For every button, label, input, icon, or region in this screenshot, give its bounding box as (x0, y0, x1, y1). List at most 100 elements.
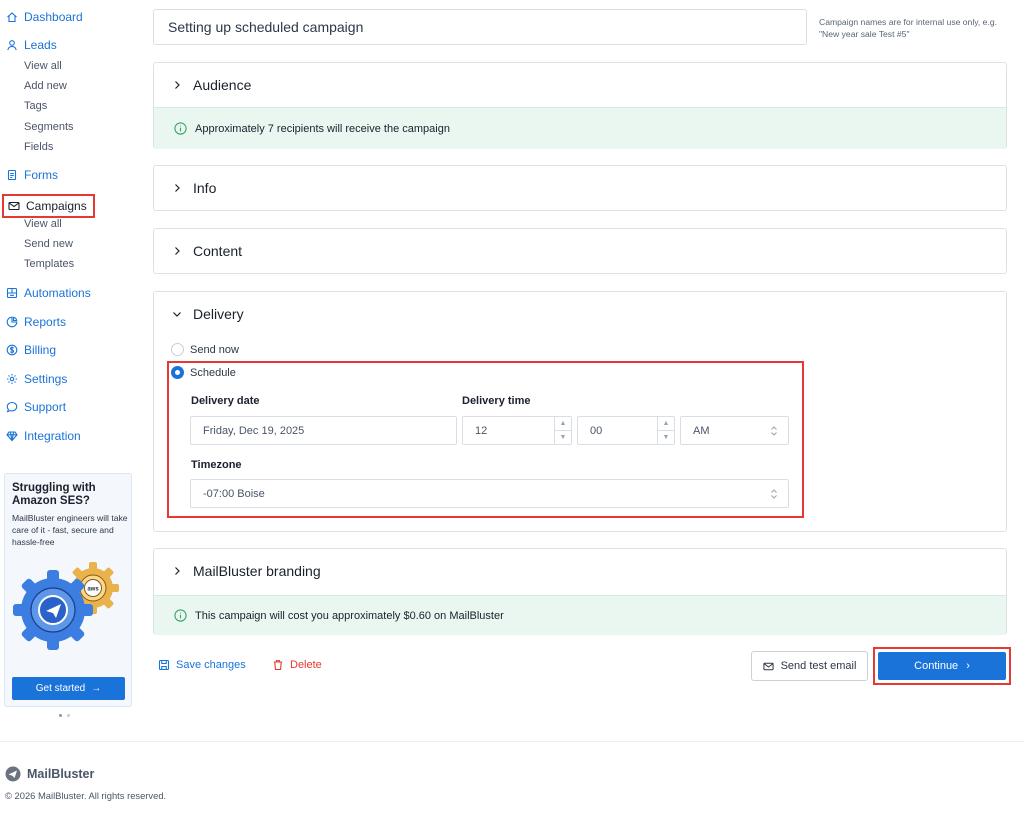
nav-leads-fields[interactable]: Fields (24, 141, 53, 153)
carousel-dots (59, 714, 70, 717)
nav-reports[interactable]: Reports (6, 315, 66, 329)
audience-info: Approximately 7 recipients will receive … (154, 107, 1006, 149)
nav-settings[interactable]: Settings (6, 372, 67, 386)
info-panel: Info (153, 165, 1007, 211)
chevron-up-icon[interactable]: ▲ (658, 417, 674, 430)
nav-campaigns-templates[interactable]: Templates (24, 258, 74, 270)
info-title: Info (193, 180, 217, 196)
nav-leads[interactable]: Leads (6, 38, 57, 52)
carousel-dot[interactable] (59, 714, 62, 717)
nav-automations[interactable]: Automations (6, 286, 91, 300)
nav-leads-label: Leads (24, 38, 57, 52)
chat-icon (6, 401, 18, 413)
mail-icon (8, 200, 20, 212)
info-header[interactable]: Info (172, 180, 216, 196)
get-started-button[interactable]: Get started → (12, 677, 125, 700)
ampm-select[interactable]: AM (680, 416, 789, 445)
minute-input[interactable]: 00 ▲ ▼ (577, 416, 675, 445)
chevron-down-icon[interactable]: ▼ (555, 430, 571, 444)
user-icon (6, 39, 18, 51)
branding-panel: MailBluster branding This campaign will … (153, 548, 1007, 635)
send-now-radio[interactable] (171, 343, 184, 356)
dollar-icon (6, 344, 18, 356)
send-now-option[interactable]: Send now (171, 343, 239, 356)
content-header[interactable]: Content (172, 243, 242, 259)
form-icon (6, 169, 18, 181)
nav-billing-label: Billing (24, 343, 57, 357)
continue-label: Continue (914, 660, 959, 672)
hour-input[interactable]: 12 ▲ ▼ (462, 416, 572, 445)
nav-dashboard[interactable]: Dashboard (6, 10, 83, 24)
chevron-up-icon[interactable]: ▲ (555, 417, 571, 430)
delete-link[interactable]: Delete (272, 659, 322, 671)
gears-illustration: aws (13, 562, 119, 650)
footer-copyright: © 2026 MailBluster. All rights reserved. (5, 790, 167, 801)
chevron-down-icon (172, 309, 182, 319)
save-changes-link[interactable]: Save changes (158, 659, 246, 671)
nav-support[interactable]: Support (6, 400, 66, 414)
chevron-down-icon[interactable]: ▼ (658, 430, 674, 444)
nav-forms[interactable]: Forms (6, 168, 58, 182)
nav-dashboard-label: Dashboard (24, 10, 83, 24)
carousel-dot[interactable] (67, 714, 70, 717)
nav-integration-label: Integration (24, 429, 81, 443)
trash-icon (272, 659, 284, 671)
hour-value: 12 (475, 424, 488, 437)
delivery-date-input[interactable]: Friday, Dec 19, 2025 (190, 416, 457, 445)
nav-support-label: Support (24, 400, 67, 414)
nav-campaigns[interactable]: Campaigns (2, 194, 95, 218)
info-icon (174, 122, 187, 135)
nav-leads-segments[interactable]: Segments (24, 121, 74, 133)
branding-title: MailBluster branding (193, 563, 321, 579)
timezone-label: Timezone (191, 459, 242, 471)
minute-stepper[interactable]: ▲ ▼ (657, 417, 674, 444)
delivery-header[interactable]: Delivery (172, 306, 244, 322)
save-changes-label: Save changes (176, 659, 246, 671)
audience-header[interactable]: Audience (172, 77, 251, 93)
audience-panel: Audience Approximately 7 recipients will… (153, 62, 1007, 149)
timezone-select[interactable]: -07:00 Boise (190, 479, 789, 508)
content-panel: Content (153, 228, 1007, 274)
nav-leads-add-new[interactable]: Add new (24, 80, 67, 92)
automation-icon (6, 287, 18, 299)
diamond-icon (6, 430, 18, 442)
nav-automations-label: Automations (24, 286, 91, 300)
nav-settings-label: Settings (24, 372, 68, 386)
footer-logo: MailBluster (5, 766, 94, 782)
branding-header[interactable]: MailBluster branding (172, 563, 321, 579)
continue-highlight: Continue › (873, 647, 1011, 685)
nav-campaigns-send-new[interactable]: Send new (24, 238, 73, 250)
branding-info: This campaign will cost you approximatel… (154, 595, 1006, 635)
nav-integration[interactable]: Integration (6, 429, 81, 443)
send-test-email-button[interactable]: Send test email (751, 651, 868, 681)
chevron-right-icon: › (966, 660, 970, 672)
minute-value: 00 (590, 424, 603, 437)
chevron-right-icon (172, 80, 182, 90)
promo-title: Struggling with Amazon SES? (12, 482, 96, 507)
delete-label: Delete (290, 659, 322, 671)
aws-label: aws (87, 587, 99, 593)
hour-stepper[interactable]: ▲ ▼ (554, 417, 571, 444)
send-test-email-label: Send test email (780, 660, 857, 672)
continue-button[interactable]: Continue › (878, 652, 1006, 680)
campaign-name-hint: Campaign names are for internal use only… (819, 17, 998, 39)
nav-billing[interactable]: Billing (6, 343, 56, 357)
nav-reports-label: Reports (24, 315, 67, 329)
chevron-right-icon (172, 566, 182, 576)
arrow-right-icon: → (91, 683, 102, 694)
save-icon (158, 659, 170, 671)
mail-icon (762, 661, 774, 672)
footer-logo-text: MailBluster (27, 767, 95, 781)
content-title: Content (193, 243, 243, 259)
nav-leads-view-all[interactable]: View all (24, 60, 62, 72)
campaign-name-input[interactable]: Setting up scheduled campaign (153, 9, 807, 45)
delivery-date-label: Delivery date (191, 395, 260, 407)
footer-divider (0, 741, 1024, 742)
nav-leads-tags[interactable]: Tags (24, 100, 47, 112)
branding-info-text: This campaign will cost you approximatel… (195, 609, 504, 622)
get-started-label: Get started (35, 683, 86, 694)
select-caret-icon (771, 426, 777, 436)
chevron-right-icon (172, 246, 182, 256)
nav-campaigns-view-all[interactable]: View all (24, 218, 62, 230)
pie-chart-icon (6, 316, 18, 328)
